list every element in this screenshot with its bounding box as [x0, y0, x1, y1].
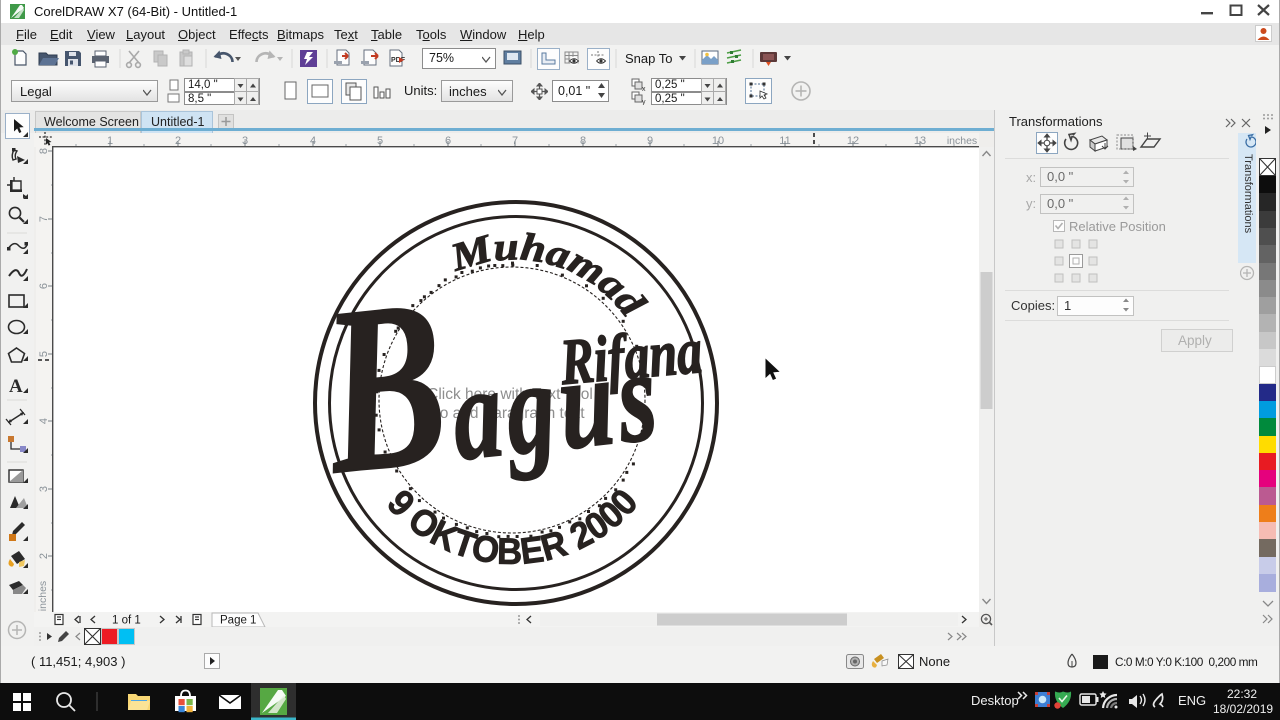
svg-text:C:0 M:0 Y:0 K:100 0,200 mm: C:0 M:0 Y:0 K:100 0,200 mm — [1115, 655, 1258, 669]
svg-text:ENG: ENG — [1178, 693, 1206, 708]
svg-text:0,0 ": 0,0 " — [1047, 196, 1074, 211]
svg-text:y:: y: — [1026, 196, 1036, 211]
svg-text:Muhamad: Muhamad — [445, 225, 654, 325]
svg-text:x:: x: — [1026, 170, 1036, 185]
svg-text:Desktop: Desktop — [971, 693, 1019, 708]
svg-text:Copies:: Copies: — [1011, 298, 1055, 313]
svg-text:1: 1 — [1064, 298, 1071, 313]
svg-text:Page 1: Page 1 — [220, 615, 256, 627]
svg-text:0,0 ": 0,0 " — [1047, 169, 1074, 184]
svg-text:22:32: 22:32 — [1227, 687, 1257, 701]
svg-text:None: None — [919, 654, 950, 669]
svg-text:18/02/2019: 18/02/2019 — [1213, 702, 1273, 716]
svg-text:Relative Position: Relative Position — [1069, 219, 1166, 234]
svg-text:Apply: Apply — [1178, 333, 1212, 348]
svg-text:1 of 1: 1 of 1 — [112, 615, 141, 627]
